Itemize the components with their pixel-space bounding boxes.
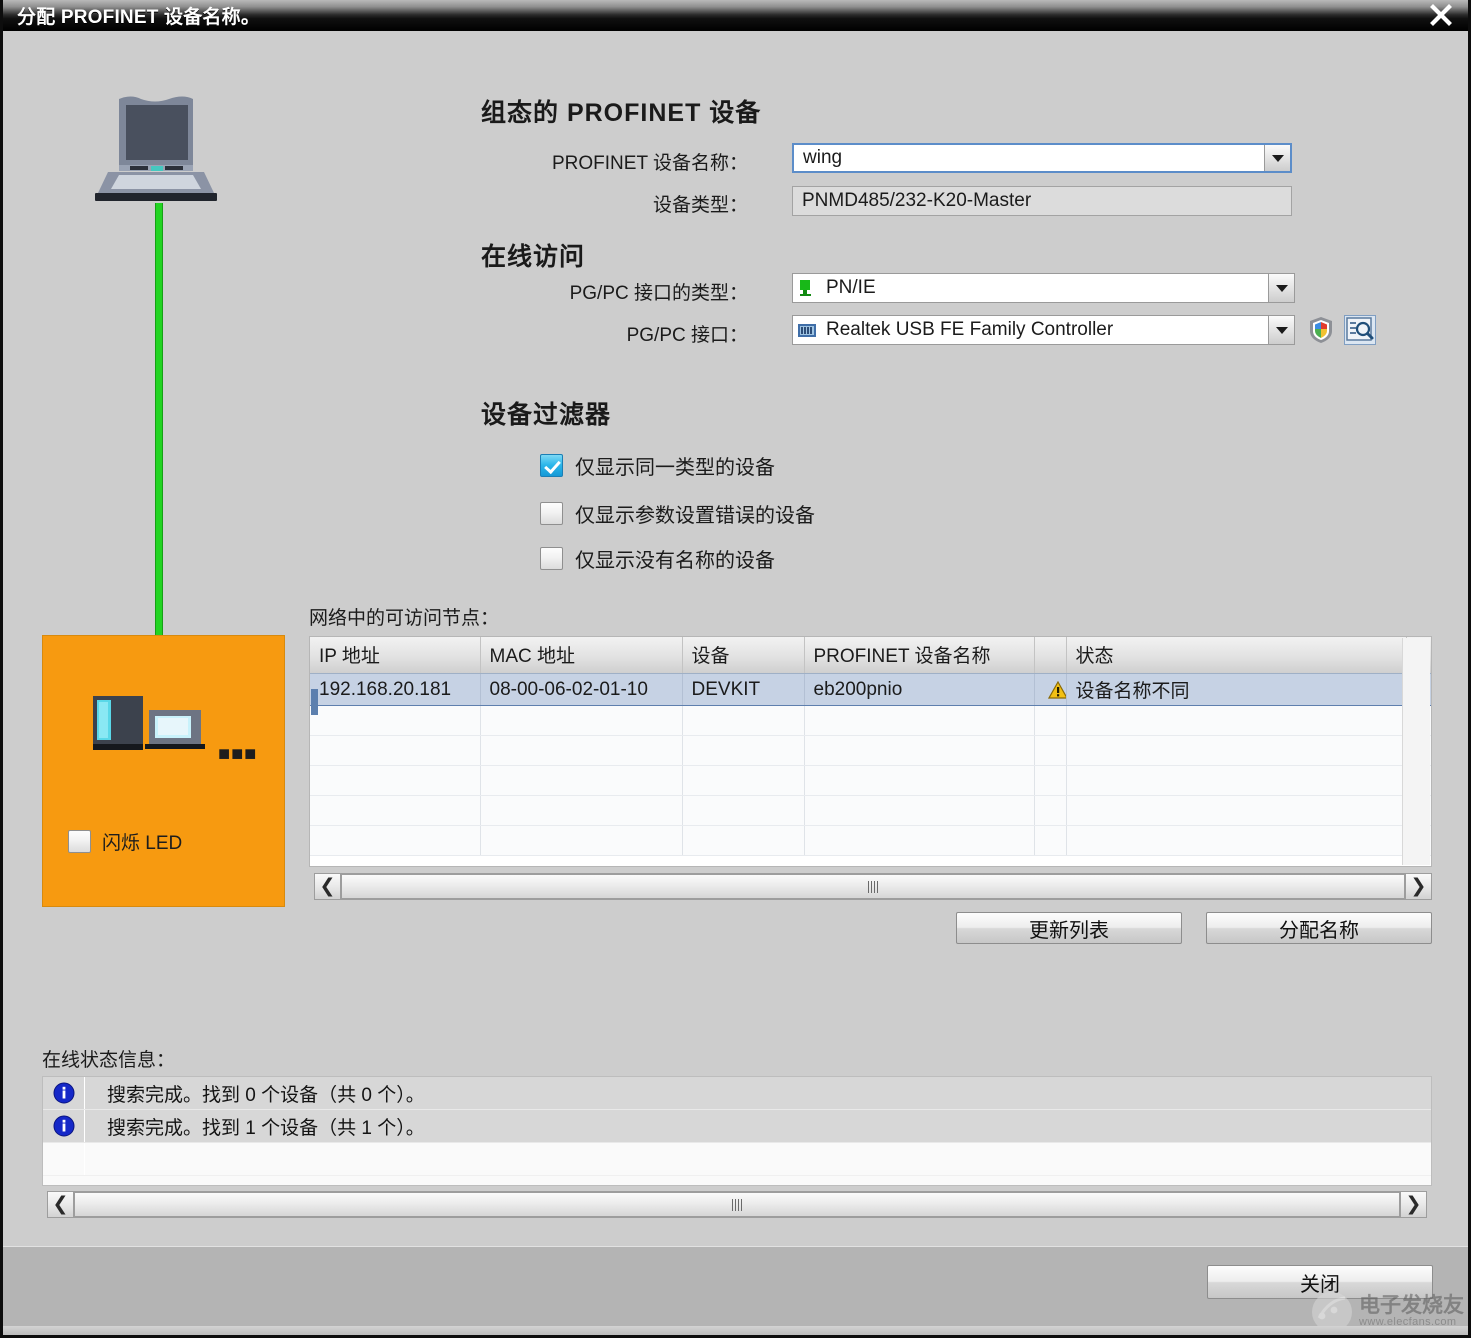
status-message-text: 搜索完成。找到 0 个设备（共 0 个）。: [107, 1084, 425, 1106]
nodes-table-vertical-scrollbar[interactable]: [1402, 638, 1430, 865]
warning-icon: [1047, 680, 1065, 699]
assign-profinet-device-name-dialog: 分配 PROFINET 设备名称。 ■■■ 闪烁 LED 组态的 PROFINE…: [0, 0, 1471, 1338]
more-devices-ellipsis-icon: ■■■: [218, 743, 258, 765]
device-preview-panel: ■■■ 闪烁 LED: [42, 635, 285, 907]
pgpc-interface-combobox[interactable]: Realtek USB FE Family Controller: [792, 315, 1295, 345]
network-cable-graphic: [155, 203, 163, 647]
status-icon-placeholder: [43, 1143, 85, 1175]
pgpc-interface-type-dropdown-icon[interactable]: [1268, 274, 1294, 302]
filter-param-error-checkbox[interactable]: 仅显示参数设置错误的设备: [540, 499, 815, 528]
nodes-table-horizontal-scrollbar[interactable]: ❮ ❯: [314, 873, 1432, 900]
pgpc-interface-type-combobox[interactable]: PN/IE: [792, 273, 1295, 303]
filter-no-name-checkbox-box[interactable]: [540, 547, 563, 570]
dialog-footer: 关闭 电子发烧友 www.elecfans.com: [3, 1246, 1468, 1335]
profinet-device-name-dropdown-icon[interactable]: [1264, 145, 1290, 171]
info-icon: [43, 1110, 85, 1142]
chevron-right-icon[interactable]: ❯: [1405, 873, 1432, 900]
cell-device: DEVKIT: [682, 673, 805, 706]
status-scroll-track[interactable]: [74, 1191, 1400, 1218]
cell-ip: 192.168.20.181: [310, 673, 481, 706]
table-header-row: IP 地址 MAC 地址 设备 PROFINET 设备名称 状态: [310, 637, 1431, 674]
table-row-empty[interactable]: [310, 765, 1431, 796]
table-row[interactable]: 192.168.20.181 08-00-06-02-01-10 DEVKIT …: [310, 673, 1431, 706]
column-header-status[interactable]: 状态: [1066, 637, 1407, 674]
io-device-illustration-icon: [93, 696, 233, 756]
filter-param-error-label: 仅显示参数设置错误的设备: [575, 505, 815, 527]
column-header-profinet-name[interactable]: PROFINET 设备名称: [804, 637, 1035, 674]
column-header-device[interactable]: 设备: [682, 637, 805, 674]
title-bar: 分配 PROFINET 设备名称。: [3, 0, 1468, 31]
cell-status: 设备名称不同: [1066, 673, 1407, 706]
filter-same-type-label: 仅显示同一类型的设备: [575, 457, 775, 479]
device-type-field: PNMD485/232-K20-Master: [792, 186, 1292, 216]
network-adapter-icon: [797, 321, 817, 339]
table-row-empty[interactable]: [310, 795, 1431, 826]
pnie-connector-icon: [797, 279, 817, 297]
pgpc-interface-value: Realtek USB FE Family Controller: [826, 319, 1114, 340]
status-info-list: 搜索完成。找到 0 个设备（共 0 个）。 搜索完成。找到 1 个设备（共 1 …: [42, 1076, 1432, 1186]
device-type-label: 设备类型：: [652, 195, 748, 216]
close-icon[interactable]: [1420, 1, 1462, 29]
flash-led-checkbox[interactable]: 闪烁 LED: [68, 828, 182, 855]
nodes-scroll-thumb[interactable]: [341, 874, 1405, 899]
shield-icon[interactable]: [1308, 316, 1334, 344]
status-message-text: 搜索完成。找到 1 个设备（共 1 个）。: [107, 1117, 425, 1139]
status-message-row-empty: [43, 1143, 1431, 1176]
assign-name-button[interactable]: 分配名称: [1206, 912, 1432, 944]
filter-param-error-checkbox-box[interactable]: [540, 502, 563, 525]
cell-status-icon: [1034, 673, 1067, 706]
pgpc-interface-label: PG/PC 接口：: [626, 325, 748, 346]
cell-mac: 08-00-06-02-01-10: [480, 673, 683, 706]
table-row-empty[interactable]: [310, 705, 1431, 736]
nodes-scroll-track[interactable]: [341, 873, 1405, 900]
chevron-right-icon[interactable]: ❯: [1400, 1191, 1427, 1218]
nodes-table: IP 地址 MAC 地址 设备 PROFINET 设备名称 状态 192.168…: [309, 636, 1432, 867]
grip-icon: [732, 1198, 742, 1211]
chevron-left-icon[interactable]: ❮: [47, 1191, 74, 1218]
table-row-empty[interactable]: [310, 735, 1431, 766]
configured-device-heading: 组态的 PROFINET 设备: [481, 99, 762, 127]
pgpc-interface-type-value: PN/IE: [826, 277, 876, 298]
profinet-device-name-combobox[interactable]: wing: [792, 143, 1292, 173]
pgpc-interface-type-label: PG/PC 接口的类型：: [569, 283, 748, 304]
status-info-horizontal-scrollbar[interactable]: ❮ ❯: [47, 1191, 1427, 1218]
close-button[interactable]: 关闭: [1207, 1265, 1433, 1299]
cell-profinet-name: eb200pnio: [804, 673, 1035, 706]
device-type-value: PNMD485/232-K20-Master: [802, 190, 1032, 211]
window-title: 分配 PROFINET 设备名称。: [17, 7, 261, 28]
flash-led-checkbox-box[interactable]: [68, 830, 91, 853]
chevron-left-icon[interactable]: ❮: [314, 873, 341, 900]
online-access-heading: 在线访问: [481, 243, 586, 271]
status-info-caption: 在线状态信息：: [42, 1050, 176, 1071]
device-filter-heading: 设备过滤器: [481, 401, 612, 429]
status-message-row[interactable]: 搜索完成。找到 0 个设备（共 0 个）。: [43, 1077, 1431, 1110]
column-header-ip[interactable]: IP 地址: [310, 637, 481, 674]
info-icon: [43, 1077, 85, 1109]
pc-illustration-icon: [88, 89, 238, 209]
filter-same-type-checkbox[interactable]: 仅显示同一类型的设备: [540, 451, 775, 480]
filter-no-name-label: 仅显示没有名称的设备: [575, 550, 775, 572]
table-row-empty[interactable]: [310, 825, 1431, 856]
filter-no-name-checkbox[interactable]: 仅显示没有名称的设备: [540, 544, 775, 573]
flash-led-label: 闪烁 LED: [102, 833, 183, 854]
nodes-table-caption: 网络中的可访问节点：: [309, 608, 500, 629]
profinet-device-name-label: PROFINET 设备名称：: [552, 153, 748, 174]
pgpc-interface-dropdown-icon[interactable]: [1268, 316, 1294, 344]
status-message-row[interactable]: 搜索完成。找到 1 个设备（共 1 个）。: [43, 1110, 1431, 1143]
grip-icon: [868, 880, 878, 893]
column-header-mac[interactable]: MAC 地址: [480, 637, 683, 674]
dialog-body: ■■■ 闪烁 LED 组态的 PROFINET 设备 PROFINET 设备名称…: [3, 31, 1468, 1335]
properties-search-icon[interactable]: [1344, 315, 1376, 345]
watermark-url: www.elecfans.com: [1359, 1316, 1457, 1329]
column-header-status-icon[interactable]: [1034, 637, 1067, 674]
update-list-button[interactable]: 更新列表: [956, 912, 1182, 944]
row-selection-marker: [311, 689, 318, 715]
profinet-device-name-value: wing: [803, 147, 843, 168]
filter-same-type-checkbox-box[interactable]: [540, 454, 563, 477]
status-scroll-thumb[interactable]: [74, 1192, 1400, 1217]
